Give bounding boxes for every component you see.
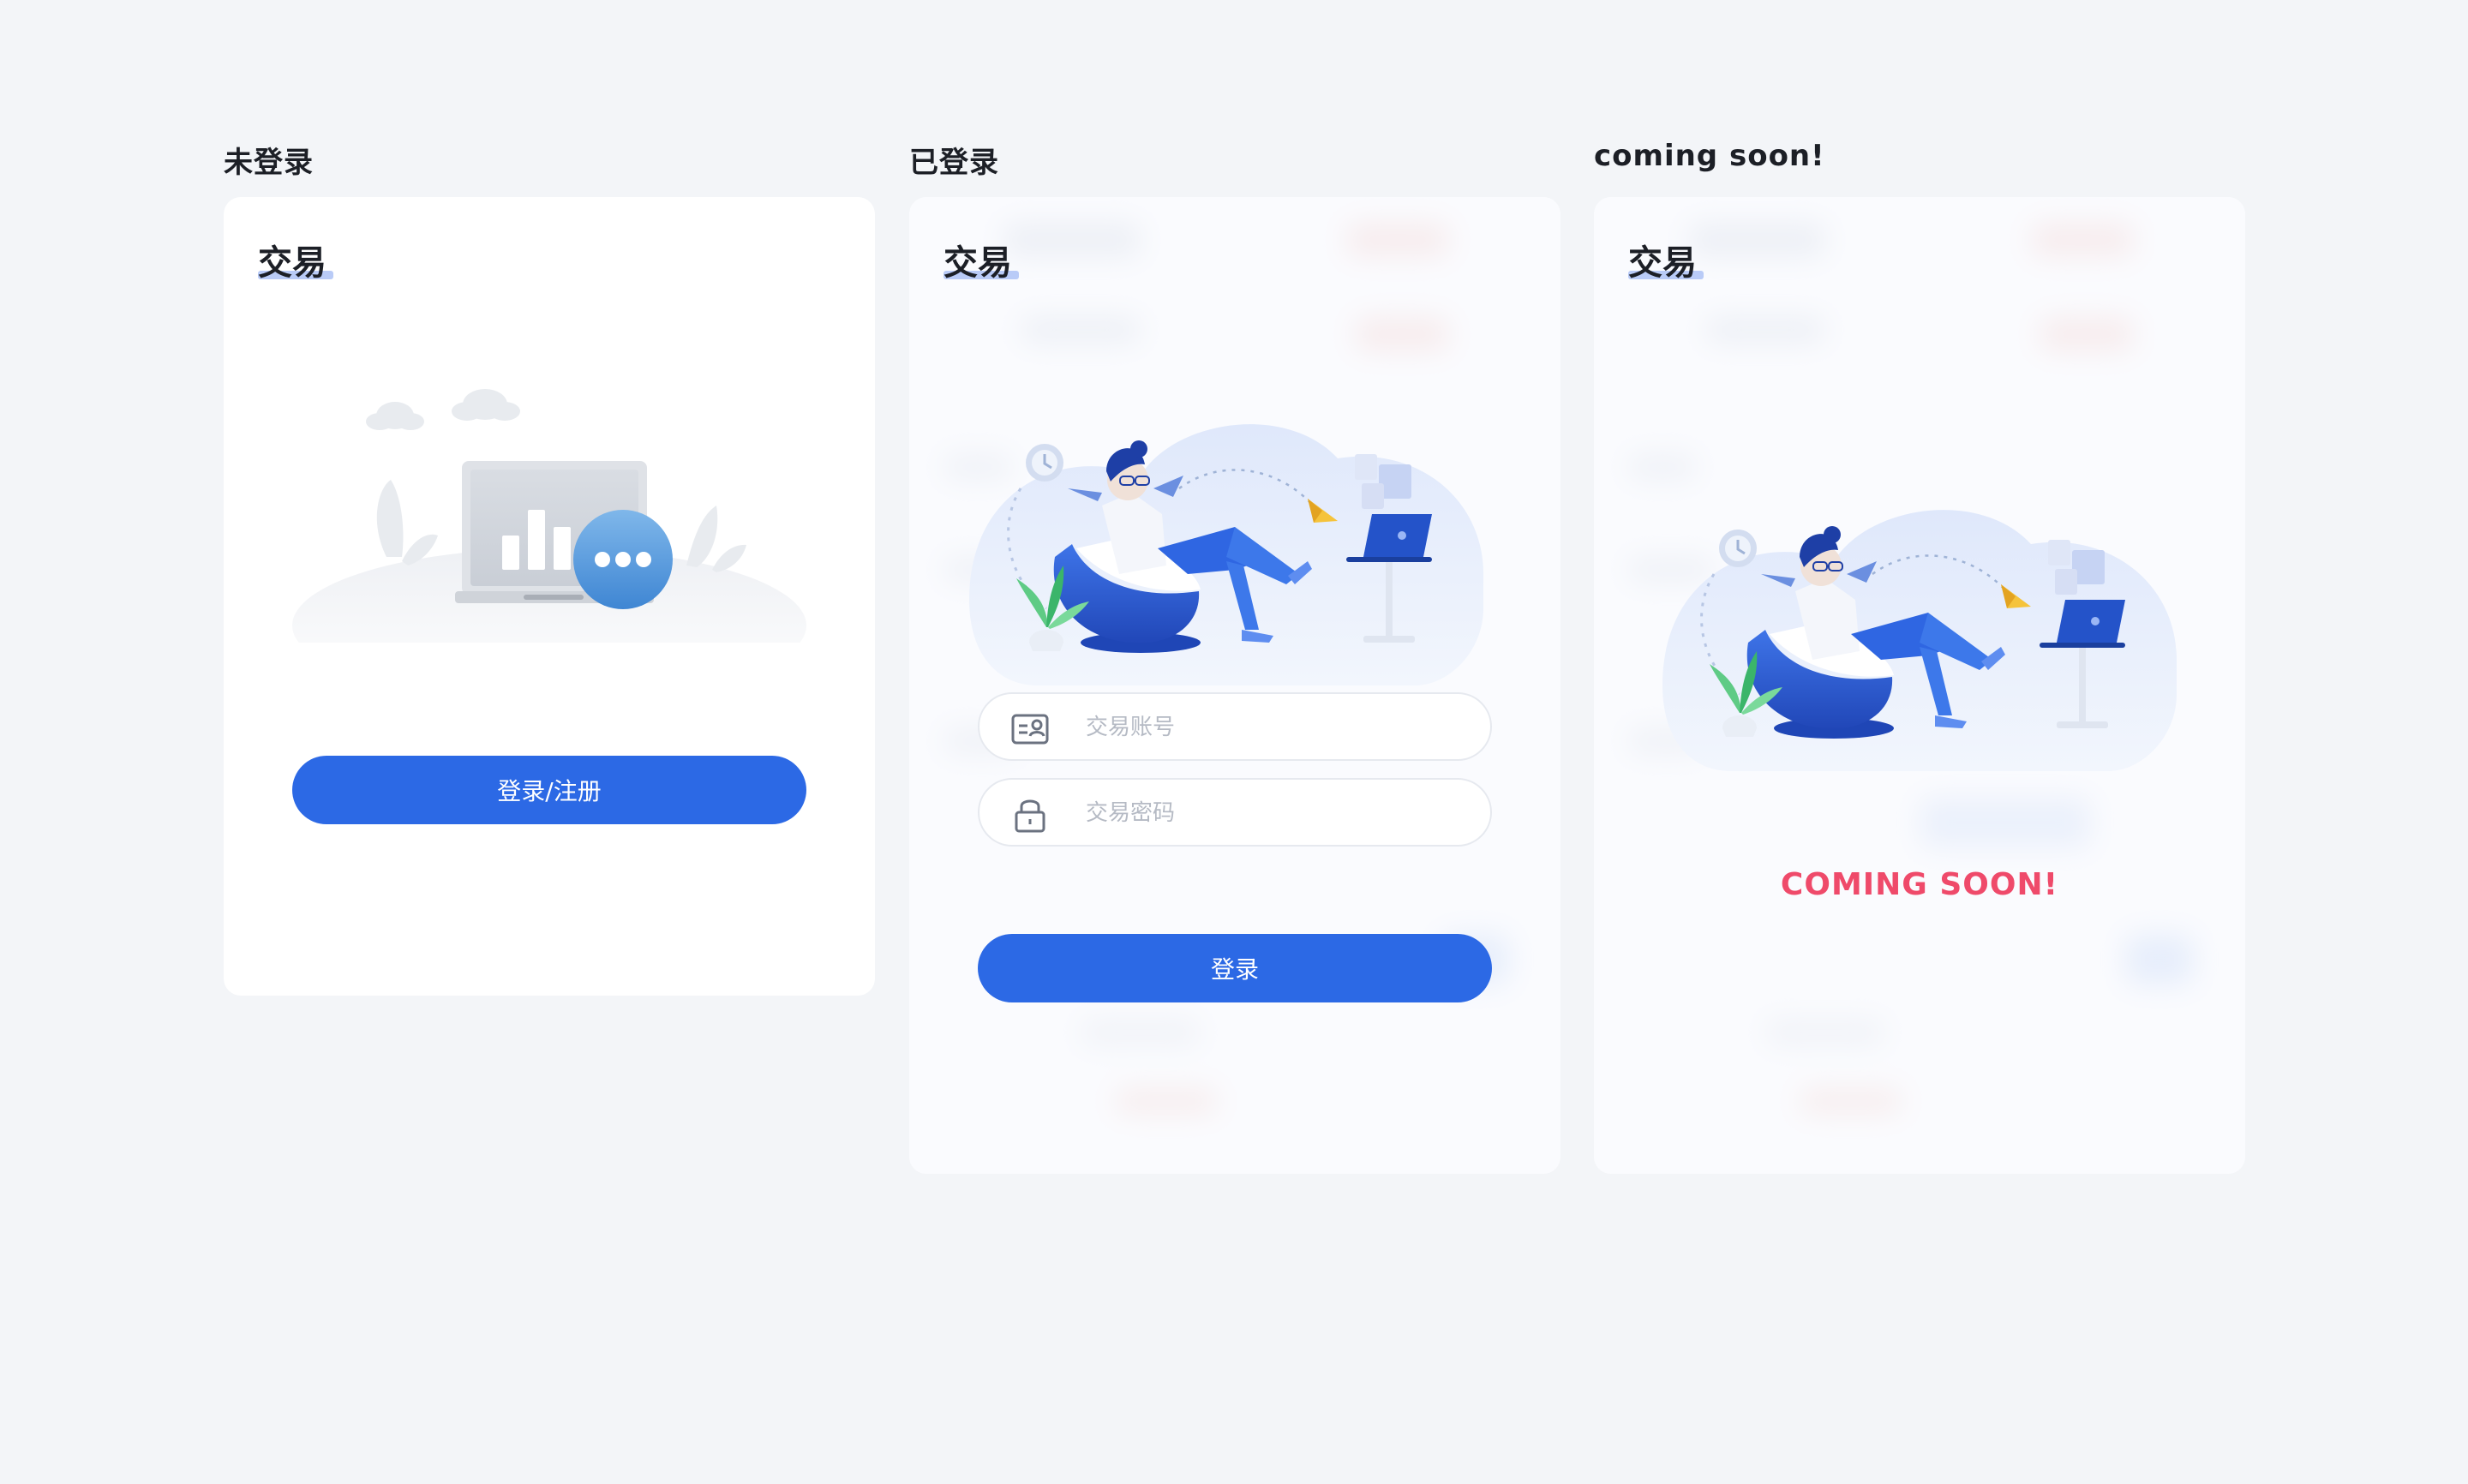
lock-icon (1015, 799, 1045, 833)
card-title: 交易 (1628, 243, 1697, 283)
coming-soon-text: COMING SOON! (1780, 867, 2059, 902)
account-input[interactable] (1086, 709, 1463, 745)
trade-card-not-logged-in: 交易 登录/注册 (224, 197, 875, 996)
account-input-field[interactable] (978, 692, 1492, 761)
section-label-coming-soon: coming soon! (1594, 139, 1825, 173)
card-title: 交易 (258, 243, 326, 283)
login-button[interactable]: 登录 (978, 934, 1492, 1002)
password-input[interactable] (1086, 795, 1463, 831)
card-title: 交易 (943, 243, 1012, 283)
trade-card-coming-soon: 交易 COMING SOON! (1594, 197, 2245, 1174)
section-label-not-logged-in: 未登录 (224, 146, 314, 180)
section-label-logged-in: 已登录 (909, 146, 999, 180)
account-card-icon (1011, 714, 1049, 745)
trade-card-logged-in: 交易 交易账号 登录 (909, 197, 1560, 1174)
password-input-field[interactable] (978, 778, 1492, 847)
empty-state-illustration (292, 389, 806, 643)
relaxing-person-illustration (969, 424, 1483, 685)
login-register-button[interactable]: 登录/注册 (292, 756, 806, 824)
relaxing-person-illustration (1662, 510, 2177, 771)
